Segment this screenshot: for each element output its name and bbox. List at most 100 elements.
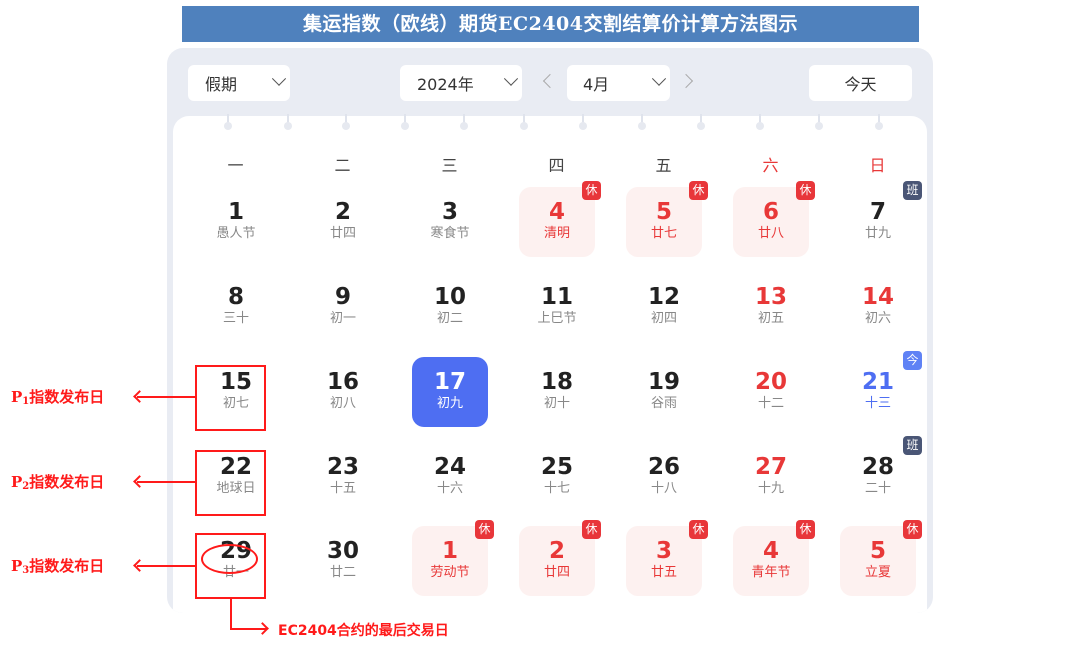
lunar-date: 谷雨 [650,396,677,411]
day-number: 4 [762,538,779,564]
day-number: 17 [433,369,466,395]
calendar-day[interactable]: 6 廿八 休 [733,181,815,257]
page-title: 集运指数（欧线）期货EC2404交割结算价计算方法图示 [182,6,919,42]
binder-ring-icon [875,114,883,130]
day-number: 16 [326,369,359,395]
chevron-down-icon [271,71,287,86]
lunar-date: 初九 [436,396,463,411]
lunar-date: 清明 [543,226,570,241]
calendar-day[interactable]: 23 十五 [305,442,381,512]
binder-ring-icon [284,114,292,130]
calendar-day[interactable]: 20 十二 [733,357,809,427]
calendar-day[interactable]: 9 初一 [305,272,381,342]
binder-ring-icon [342,114,350,130]
lunar-date: 十七 [543,481,570,496]
binder-ring-icon [697,114,705,130]
day-number: 26 [647,454,680,480]
p3-index: 3 [22,565,30,576]
chevron-down-icon [651,71,667,86]
today-button[interactable]: 今天 [809,65,912,101]
prev-month-button[interactable] [542,73,558,89]
calendar-day[interactable]: 4 青年节 休 [733,520,815,596]
binder-ring-icon [756,114,764,130]
day-number: 28 [861,454,894,480]
workday-badge: 班 [903,181,922,200]
lunar-date: 初八 [329,396,356,411]
lunar-date: 寒食节 [430,226,470,241]
binder-ring-icon [401,114,409,130]
day-number: 14 [861,284,894,310]
weekday-header: 日 [869,156,886,175]
month-select[interactable]: 4月 [567,65,670,101]
calendar-day[interactable]: 3 廿五 休 [626,520,708,596]
day-number: 23 [326,454,359,480]
p1-text: 指数发布日 [29,388,105,406]
calendar-day[interactable]: 27 十九 [733,442,809,512]
calendar-day[interactable]: 1 愚人节 [198,187,274,257]
holiday-select-label: 假期 [205,75,238,94]
p2-index: 2 [22,481,30,492]
calendar-day[interactable]: 16 初八 [305,357,381,427]
calendar-day[interactable]: 1 劳动节 休 [412,520,494,596]
calendar-day[interactable]: 26 十八 [626,442,702,512]
calendar-day[interactable]: 7 廿九 班 [840,181,922,257]
binder-ring-icon [815,114,823,130]
day-number: 5 [869,538,886,564]
day-number: 12 [647,284,680,310]
day-number: 7 [869,199,886,225]
weekday-header: 二 [334,156,351,175]
calendar-day[interactable]: 14 初六 [840,272,916,342]
lunar-date: 愚人节 [216,226,256,241]
day-number: 3 [655,538,672,564]
lunar-date: 初六 [864,311,891,326]
calendar-day[interactable]: 2 廿四 休 [519,520,601,596]
calendar-day[interactable]: 13 初五 [733,272,809,342]
calendar-day[interactable]: 18 初十 [519,357,595,427]
p1-arrow-head [133,390,146,403]
day-number: 18 [540,369,573,395]
day-number: 1 [441,538,458,564]
calendar-day[interactable]: 2 廿四 [305,187,381,257]
last-day-connector [230,599,232,629]
calendar-day[interactable]: 25 十七 [519,442,595,512]
rest-badge: 休 [582,520,601,539]
lunar-date: 廿八 [757,226,784,241]
calendar-day[interactable]: 11 上巳节 [519,272,595,342]
calendar-day[interactable]: 12 初四 [626,272,702,342]
lunar-date: 廿四 [543,565,570,580]
calendar-day[interactable]: 17 初九 [412,357,488,427]
day-number: 6 [762,199,779,225]
calendar-day[interactable]: 5 廿七 休 [626,181,708,257]
calendar-day[interactable]: 30 廿二 [305,526,381,596]
calendar-day[interactable]: 5 立夏 休 [840,520,922,596]
lunar-date: 廿四 [329,226,356,241]
day-number: 21 [861,369,894,395]
calendar-day[interactable]: 4 清明 休 [519,181,601,257]
calendar-day[interactable]: 19 谷雨 [626,357,702,427]
lunar-date: 三十 [222,311,249,326]
binder-ring-icon [520,114,528,130]
lunar-date: 立夏 [864,565,891,580]
day-number: 10 [433,284,466,310]
year-select[interactable]: 2024年 [400,65,522,101]
day-number: 5 [655,199,672,225]
last-trading-day-label: EC2404合约的最后交易日 [278,623,449,639]
day-number: 4 [548,199,565,225]
lunar-date: 廿二 [329,565,356,580]
p2-text: 指数发布日 [29,473,105,491]
rest-badge: 休 [903,520,922,539]
day-number: 30 [326,538,359,564]
next-month-button[interactable] [678,73,694,89]
calendar-day[interactable]: 28 二十 班 [840,436,922,512]
rest-badge: 休 [796,520,815,539]
calendar-day[interactable]: 21 十三 今 [840,351,922,427]
day-number: 1 [227,199,244,225]
calendar-day[interactable]: 24 十六 [412,442,488,512]
lunar-date: 廿九 [864,226,891,241]
calendar-day[interactable]: 8 三十 [198,272,274,342]
day-number: 3 [441,199,458,225]
calendar-day[interactable]: 3 寒食节 [412,187,488,257]
calendar-day[interactable]: 10 初二 [412,272,488,342]
p2-highlight-box [195,450,266,516]
holiday-select[interactable]: 假期 [188,65,290,101]
